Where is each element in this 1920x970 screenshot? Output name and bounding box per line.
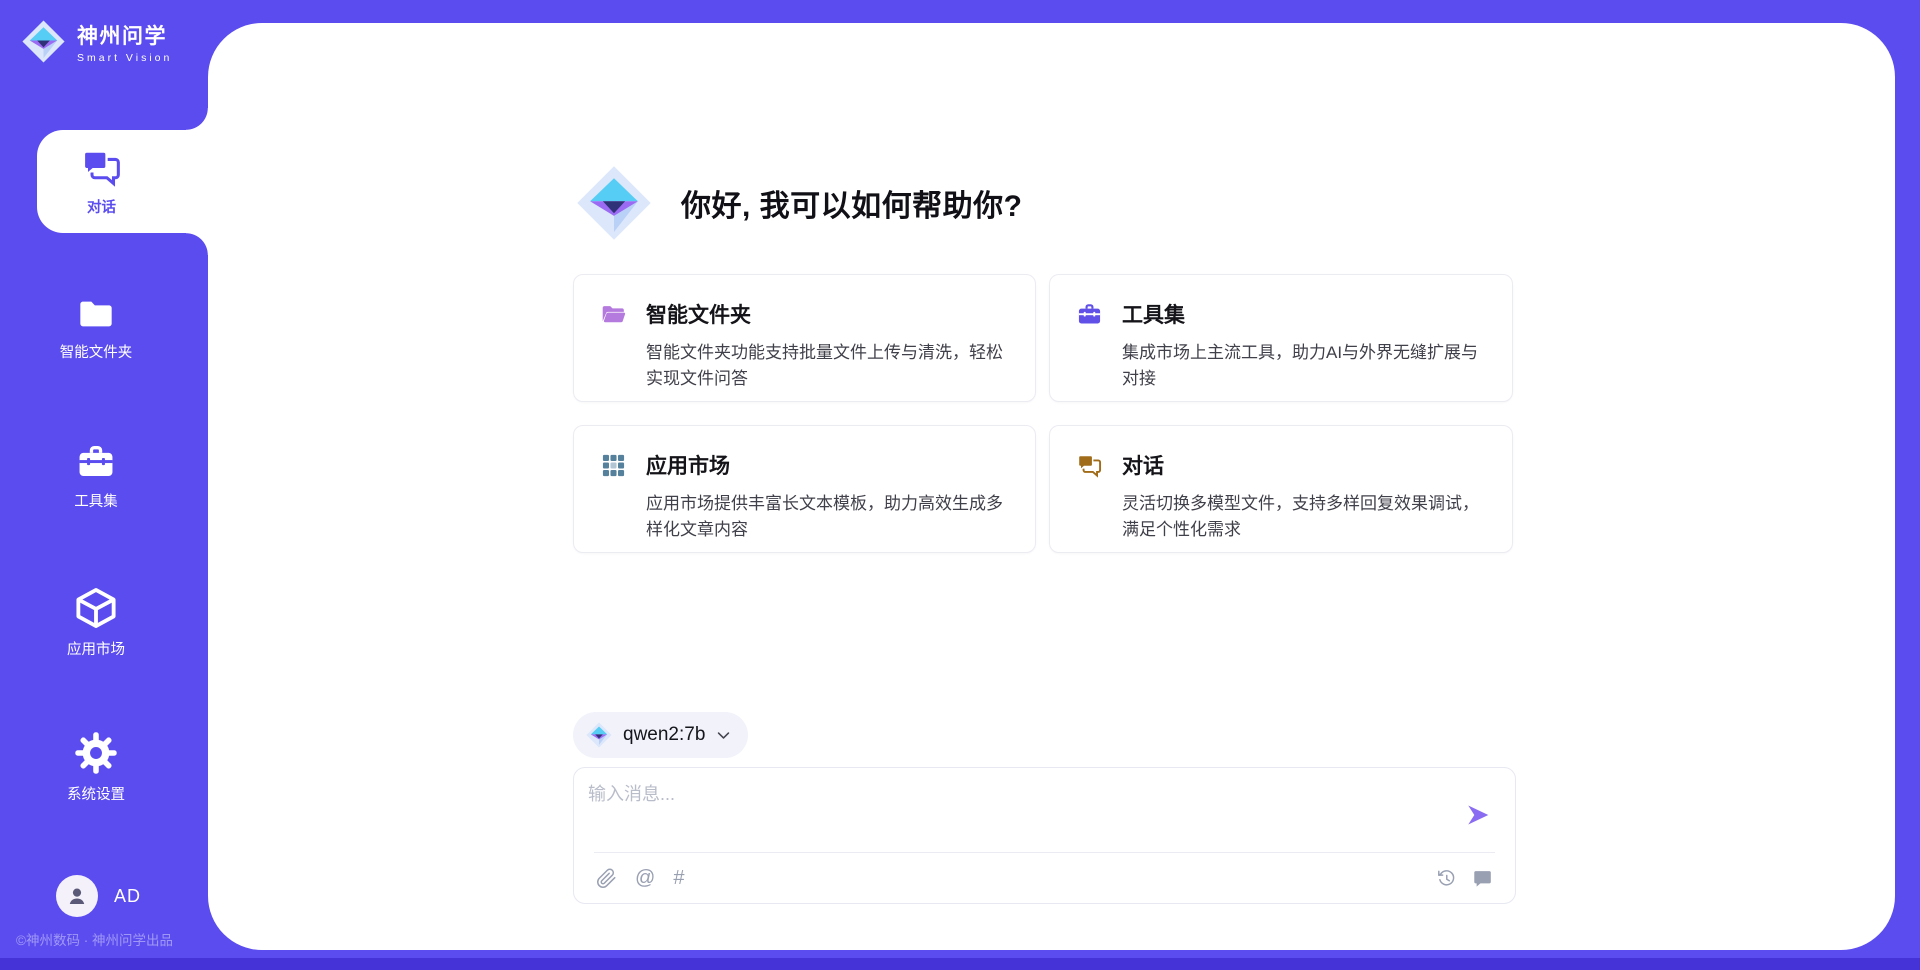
feature-card-chat[interactable]: 对话 灵活切换多模型文件，支持多样回复效果调试，满足个性化需求: [1049, 425, 1513, 553]
sidebar-item-chat[interactable]: 对话: [37, 130, 208, 233]
model-selector[interactable]: qwen2:7b: [573, 712, 748, 758]
sidebar: 神州问学 Smart Vision 对话 智能文件夹 工具集 应用市场 系统设置…: [0, 0, 208, 970]
sidebar-item-smart-folder[interactable]: 智能文件夹: [0, 294, 208, 362]
sidebar-item-label: 系统设置: [67, 783, 125, 804]
sidebar-item-label: 对话: [87, 196, 116, 217]
feature-card-smart-folder[interactable]: 智能文件夹 智能文件夹功能支持批量文件上传与清洗，轻松实现文件问答: [573, 274, 1036, 402]
brand-diamond-icon: [573, 162, 655, 244]
greeting-heading: 你好, 我可以如何帮助你?: [681, 181, 1023, 225]
gear-icon: [73, 730, 119, 776]
message-input[interactable]: [588, 780, 1428, 840]
composer-divider: [594, 852, 1495, 853]
sidebar-item-toolset[interactable]: 工具集: [0, 441, 208, 511]
toolbox-icon: [1076, 301, 1103, 328]
cube-icon: [73, 585, 119, 631]
chevron-down-icon: [715, 727, 732, 744]
diamond-logo-icon: [585, 721, 613, 749]
user-profile[interactable]: AD: [56, 875, 141, 917]
card-description: 应用市场提供丰富长文本模板，助力高效生成多样化文章内容: [646, 491, 1009, 543]
user-icon: [65, 884, 89, 908]
card-title: 工具集: [1122, 299, 1185, 329]
folder-icon: [76, 294, 116, 334]
avatar: [56, 875, 98, 917]
main-content-panel: 你好, 我可以如何帮助你? 智能文件夹 智能文件夹功能支持批量文件上传与清洗，轻…: [208, 23, 1895, 950]
sidebar-item-settings[interactable]: 系统设置: [0, 730, 208, 804]
bottom-edge-strip: [0, 958, 1920, 970]
content-column: 你好, 我可以如何帮助你? 智能文件夹 智能文件夹功能支持批量文件上传与清洗，轻…: [573, 23, 1516, 950]
sidebar-item-label: 智能文件夹: [60, 341, 133, 362]
folder-open-icon: [600, 301, 627, 328]
greeting-row: 你好, 我可以如何帮助你?: [573, 162, 1023, 244]
feature-card-app-market[interactable]: 应用市场 应用市场提供丰富长文本模板，助力高效生成多样化文章内容: [573, 425, 1036, 553]
card-description: 智能文件夹功能支持批量文件上传与清洗，轻松实现文件问答: [646, 340, 1009, 392]
model-name: qwen2:7b: [623, 724, 705, 746]
card-title: 对话: [1122, 450, 1164, 480]
sidebar-item-label: 应用市场: [67, 638, 125, 659]
card-title: 应用市场: [646, 450, 730, 480]
send-icon: [1465, 802, 1491, 828]
app-title: 神州问学: [77, 20, 172, 50]
message-composer: @ #: [573, 767, 1516, 904]
feature-cards-grid: 智能文件夹 智能文件夹功能支持批量文件上传与清洗，轻松实现文件问答 工具集 集成…: [573, 274, 1513, 553]
chat-square-icon[interactable]: [1472, 868, 1493, 889]
chat-icon: [80, 146, 123, 189]
hash-icon[interactable]: #: [673, 868, 684, 889]
composer-tools-right: [1436, 868, 1493, 889]
user-name: AD: [114, 886, 141, 907]
at-icon[interactable]: @: [635, 868, 655, 889]
copyright-footer: ©神州数码 · 神州问学出品: [16, 929, 173, 949]
card-title: 智能文件夹: [646, 299, 751, 329]
chat-icon: [1076, 452, 1103, 479]
history-icon[interactable]: [1436, 868, 1457, 889]
sidebar-item-app-market[interactable]: 应用市场: [0, 585, 208, 659]
toolbox-icon: [75, 441, 117, 483]
card-description: 集成市场上主流工具，助力AI与外界无缝扩展与对接: [1122, 340, 1486, 392]
card-description: 灵活切换多模型文件，支持多样回复效果调试，满足个性化需求: [1122, 491, 1486, 543]
app-logo: 神州问学 Smart Vision: [20, 18, 172, 65]
composer-tools-left: @ #: [596, 868, 684, 889]
paperclip-icon[interactable]: [596, 868, 617, 889]
app-subtitle: Smart Vision: [77, 52, 172, 64]
send-button[interactable]: [1465, 802, 1491, 828]
sidebar-item-label: 工具集: [74, 490, 118, 511]
grid-icon: [600, 452, 627, 479]
diamond-logo-icon: [20, 18, 67, 65]
feature-card-toolset[interactable]: 工具集 集成市场上主流工具，助力AI与外界无缝扩展与对接: [1049, 274, 1513, 402]
